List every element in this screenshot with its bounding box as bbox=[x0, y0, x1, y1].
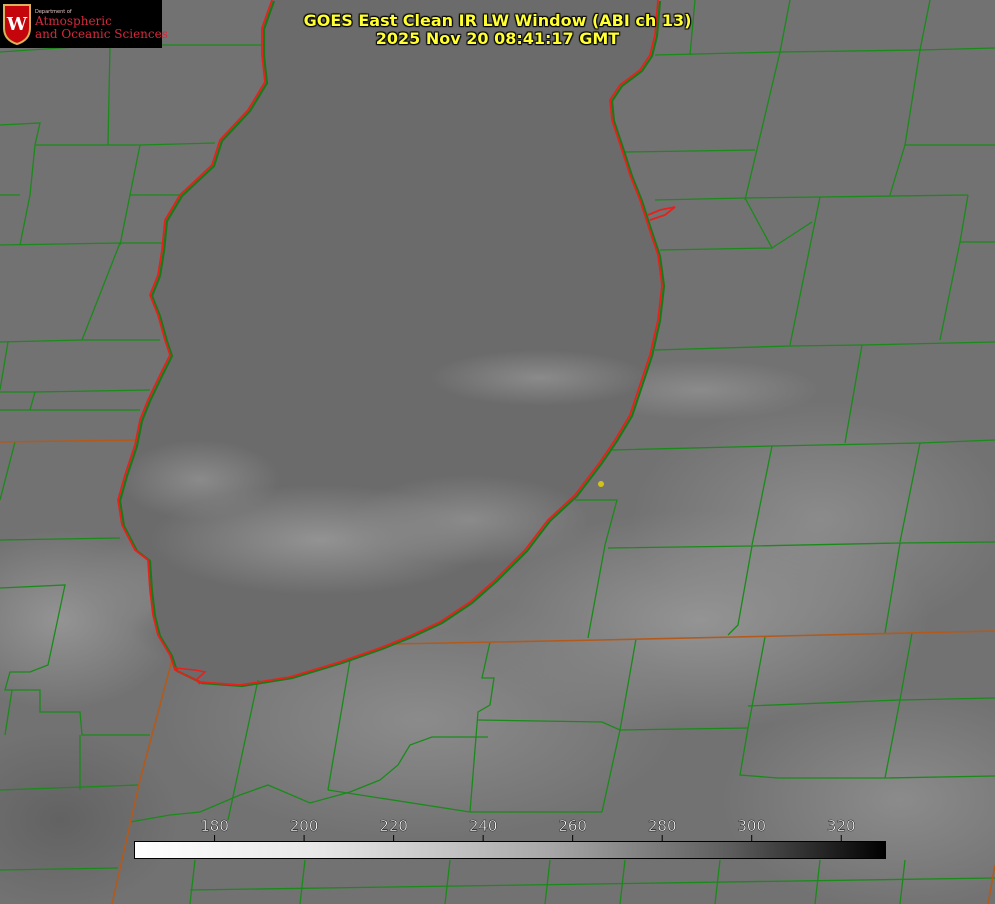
temperature-colorbar bbox=[134, 841, 886, 859]
title-timestamp: 2025 Nov 20 08:41:17 GMT bbox=[375, 29, 620, 48]
satellite-image-viewer: W Department of Atmospheric and Oceanic … bbox=[0, 0, 995, 904]
title-product: GOES East Clean IR LW Window (ABI ch 13) bbox=[303, 11, 692, 30]
image-title: GOES East Clean IR LW Window (ABI ch 13)… bbox=[0, 12, 995, 48]
city-marker bbox=[598, 481, 604, 487]
satellite-map bbox=[0, 0, 995, 904]
